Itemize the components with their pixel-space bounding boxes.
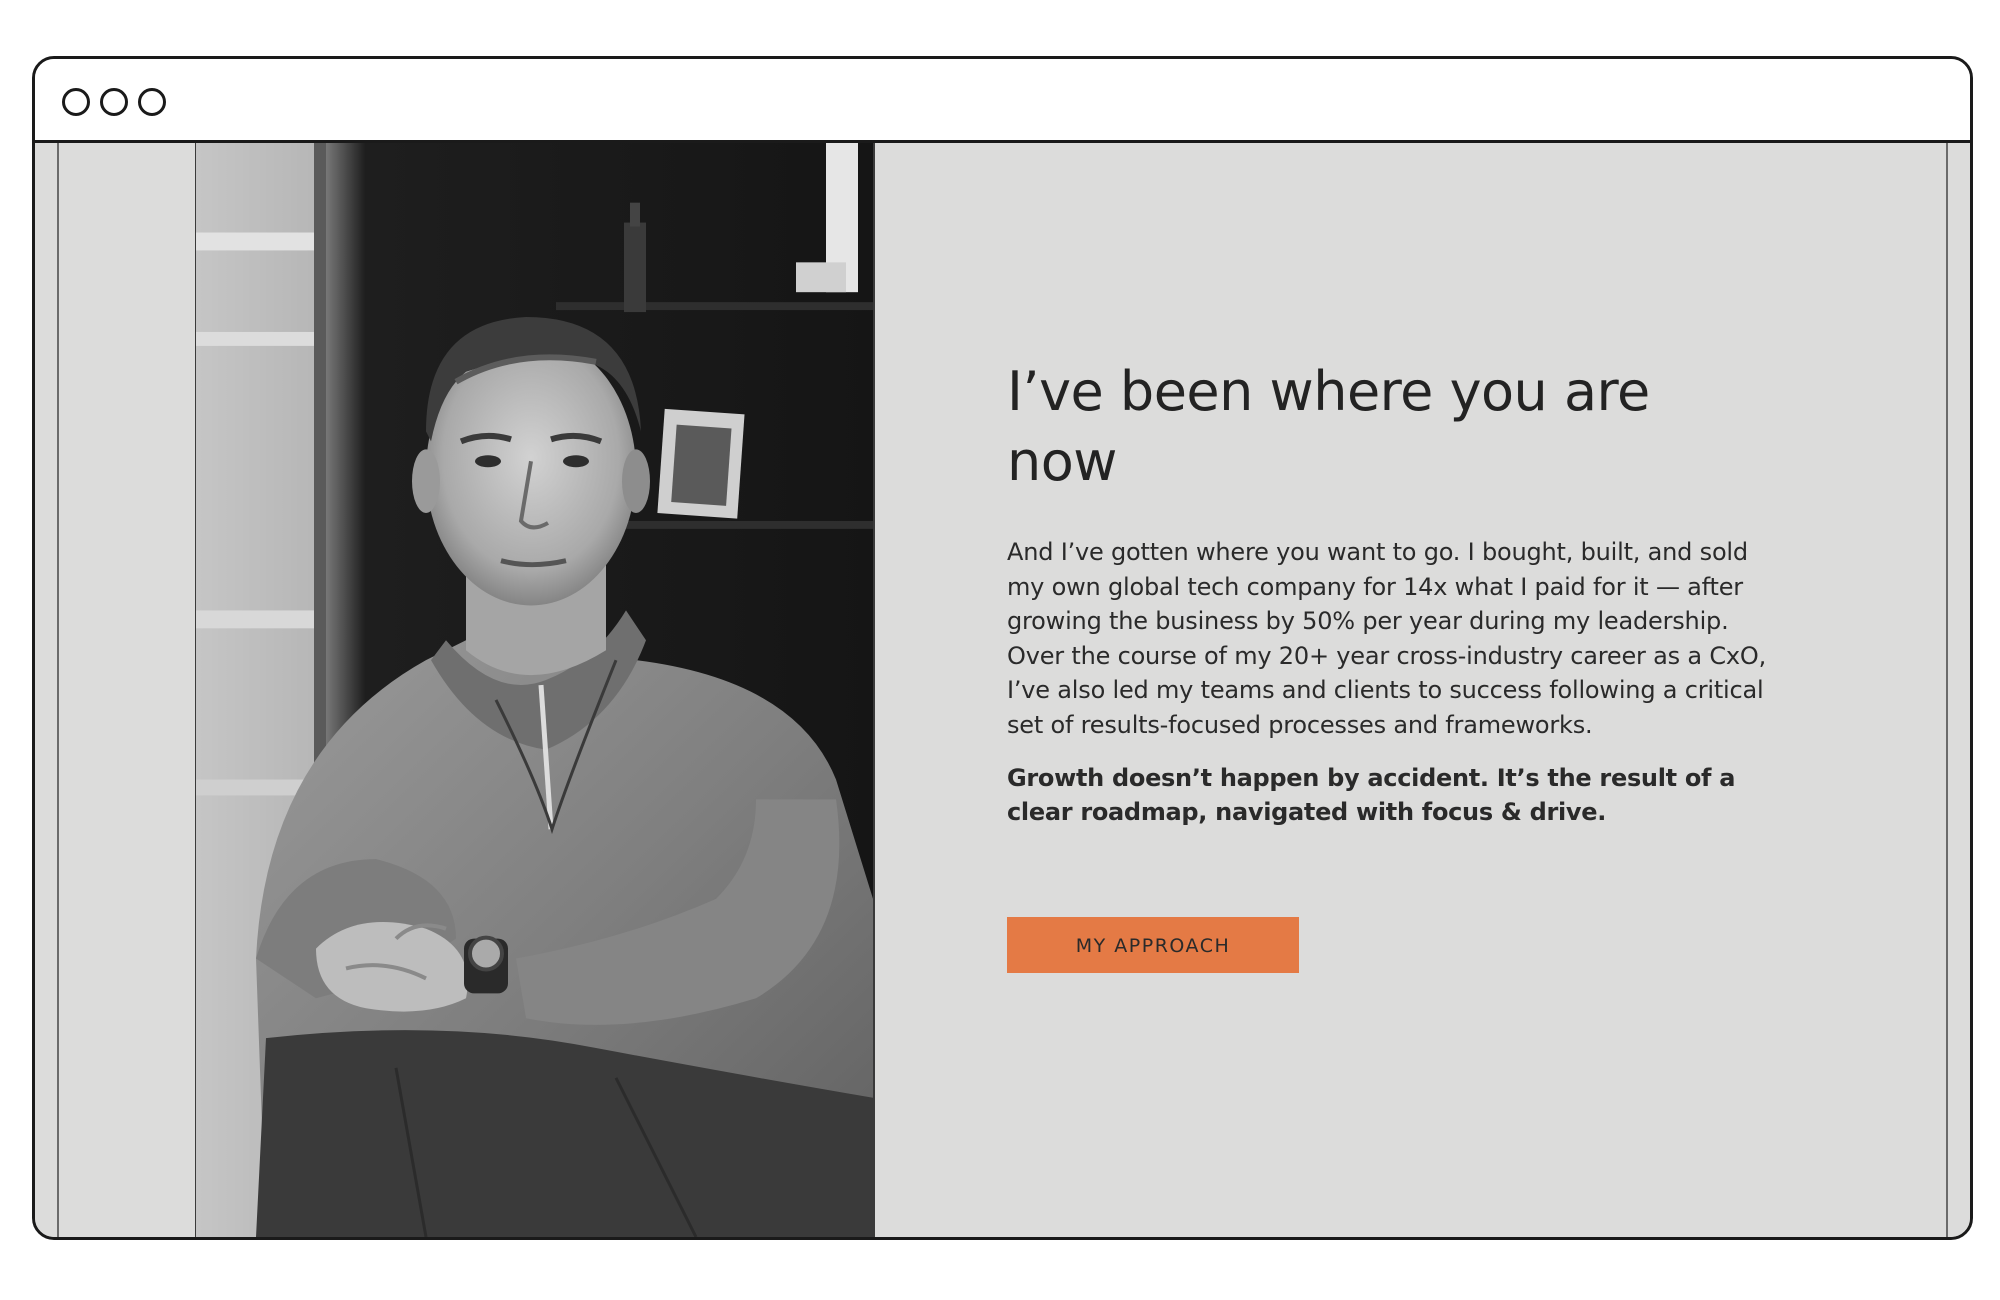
hero-text-column: I’ve been where you are now And I’ve got… <box>1007 357 1767 830</box>
window-control-dot-1[interactable] <box>62 88 90 116</box>
window-control-dot-3[interactable] <box>138 88 166 116</box>
page-content: I’ve been where you are now And I’ve got… <box>35 143 1970 1237</box>
portrait-illustration <box>196 143 873 1237</box>
window-titlebar <box>35 59 1970 143</box>
window-control-dot-2[interactable] <box>100 88 128 116</box>
portrait-photo <box>195 143 875 1237</box>
hero-emphasis-paragraph: Growth doesn’t happen by accident. It’s … <box>1007 763 1736 827</box>
right-gutter-line <box>1946 143 1948 1237</box>
hero-headline: I’ve been where you are now <box>1007 360 1650 493</box>
hero-body-paragraph: And I’ve gotten where you want to go. I … <box>1007 538 1766 739</box>
left-gutter-line <box>57 143 59 1237</box>
browser-window: I’ve been where you are now And I’ve got… <box>32 56 1973 1240</box>
my-approach-button[interactable]: MY APPROACH <box>1007 917 1299 973</box>
